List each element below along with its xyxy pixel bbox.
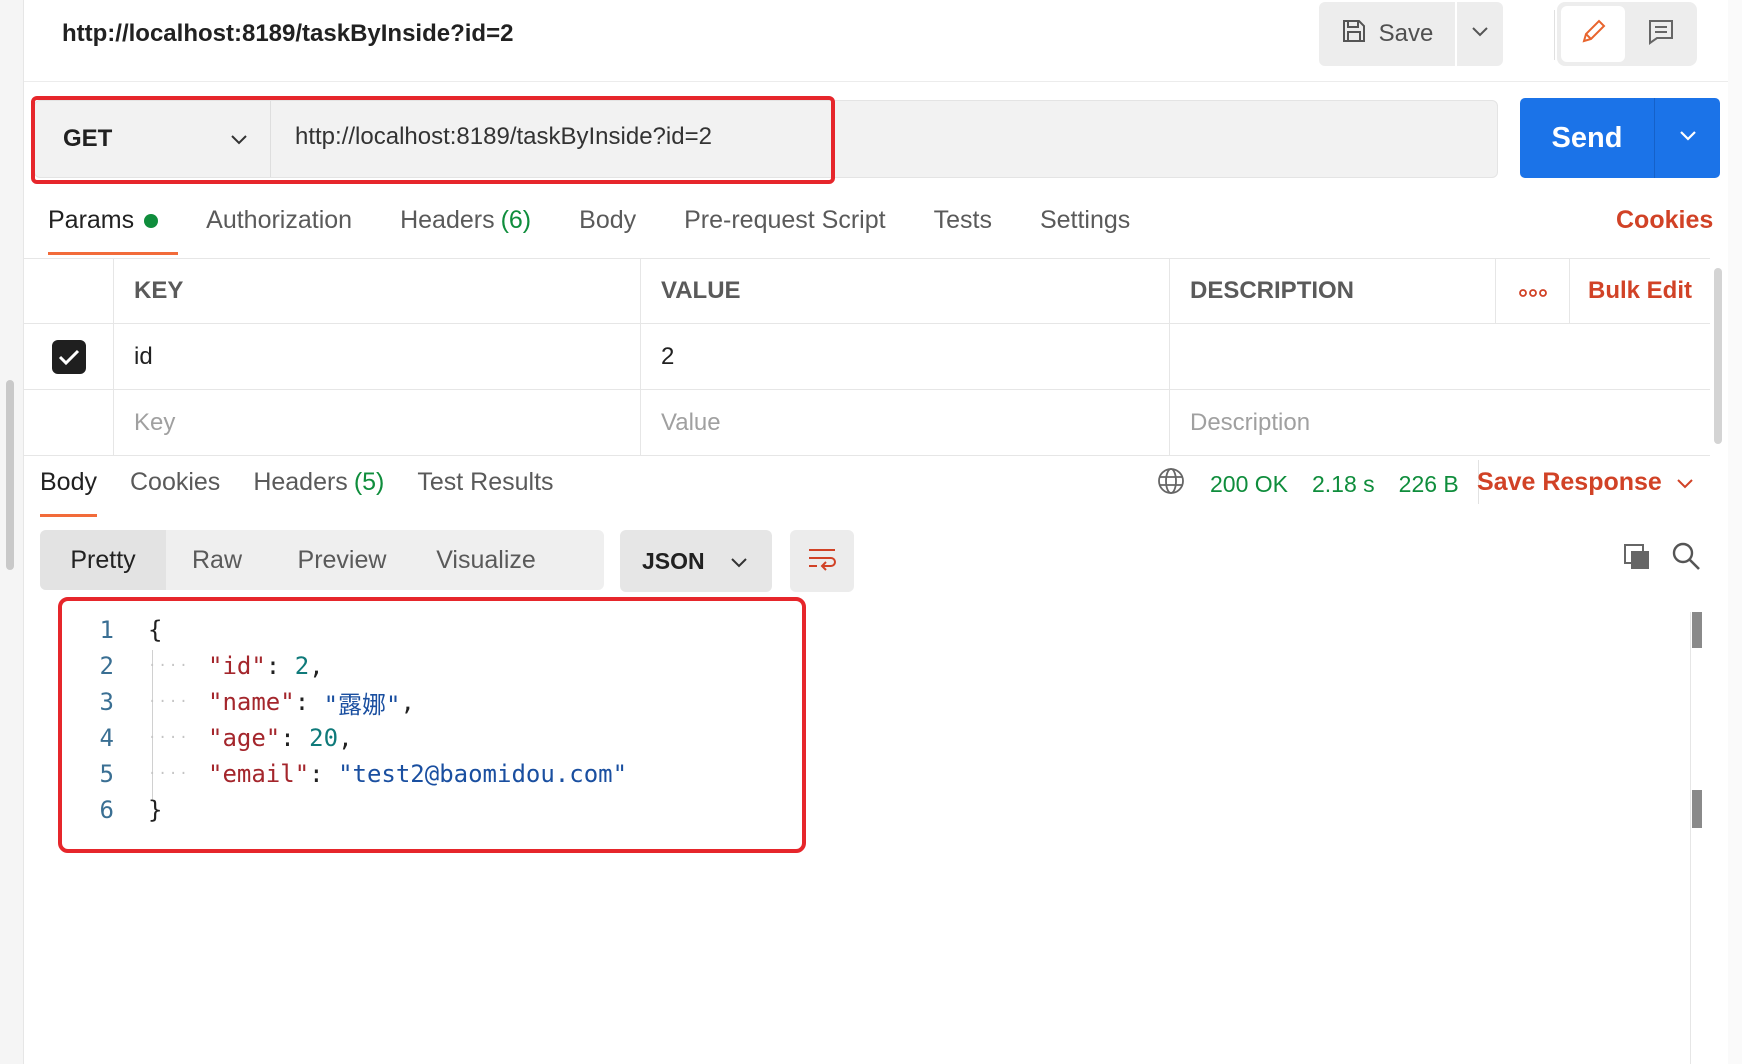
more-icon xyxy=(1518,277,1547,305)
save-icon xyxy=(1341,18,1367,51)
pencil-icon xyxy=(1578,17,1608,52)
annotation-highlight-response xyxy=(58,597,806,853)
tab-response-cookies[interactable]: Cookies xyxy=(130,468,220,497)
chevron-down-icon xyxy=(730,548,748,575)
more-options-button[interactable] xyxy=(1496,259,1570,323)
save-options-button[interactable] xyxy=(1457,2,1503,66)
response-tabs: Body Cookies Headers (5) Test Results xyxy=(40,468,587,517)
format-toggle: Pretty Raw Preview Visualize xyxy=(40,530,604,590)
headers-count: (6) xyxy=(500,206,532,234)
tab-response-body[interactable]: Body xyxy=(40,468,97,517)
tab-headers[interactable]: Headers (6) xyxy=(400,206,531,235)
search-icon[interactable] xyxy=(1670,540,1702,577)
cookies-link[interactable]: Cookies xyxy=(1616,206,1713,235)
param-key-cell[interactable]: id xyxy=(114,324,641,389)
params-table: KEY VALUE DESCRIPTION Bulk Edit id 2 Key… xyxy=(24,258,1710,456)
format-pretty[interactable]: Pretty xyxy=(40,530,166,590)
header-checkbox-cell xyxy=(24,259,114,323)
table-row: id 2 xyxy=(24,324,1710,390)
editor-scroll-track xyxy=(1690,612,1691,1064)
response-meta: 200 OK 2.18 s 226 B xyxy=(1156,466,1459,502)
new-description-input[interactable]: Description xyxy=(1170,390,1570,455)
language-label: JSON xyxy=(642,547,705,574)
param-description-cell[interactable] xyxy=(1170,324,1570,389)
save-button[interactable]: Save xyxy=(1319,2,1455,66)
tab-body[interactable]: Body xyxy=(579,206,636,235)
format-preview[interactable]: Preview xyxy=(268,530,416,590)
format-raw[interactable]: Raw xyxy=(166,530,268,590)
save-button-group: Save xyxy=(1319,2,1503,66)
chevron-down-icon xyxy=(1471,25,1489,43)
comments-button[interactable] xyxy=(1629,6,1693,62)
view-mode-toggle xyxy=(1557,2,1697,66)
copy-icon[interactable] xyxy=(1622,542,1652,577)
param-value-cell[interactable]: 2 xyxy=(641,324,1170,389)
params-scrollbar-thumb[interactable] xyxy=(1714,268,1722,444)
language-select[interactable]: JSON xyxy=(620,530,772,592)
column-header-value: VALUE xyxy=(641,259,1170,323)
bulk-edit-link[interactable]: Bulk Edit xyxy=(1588,277,1692,305)
edit-mode-button[interactable] xyxy=(1561,6,1625,62)
right-scroll-area xyxy=(1728,0,1742,1064)
table-row-new: Key Value Description xyxy=(24,390,1710,456)
row-checkbox[interactable] xyxy=(51,339,86,374)
tab-authorization[interactable]: Authorization xyxy=(206,206,352,235)
tab-response-headers[interactable]: Headers (5) xyxy=(253,468,384,497)
toolbar-divider xyxy=(1554,10,1555,60)
new-key-input[interactable]: Key xyxy=(114,390,641,455)
column-header-description: DESCRIPTION xyxy=(1170,259,1496,323)
row-checkbox-cell xyxy=(24,324,114,389)
annotation-highlight-url xyxy=(31,96,835,184)
chevron-down-icon xyxy=(1679,129,1697,147)
editor-scroll-marker[interactable] xyxy=(1692,790,1702,828)
send-options-button[interactable] xyxy=(1654,98,1720,178)
response-time[interactable]: 2.18 s xyxy=(1312,471,1375,498)
request-tabs: Params Authorization Headers (6) Body Pre… xyxy=(48,206,1178,255)
response-headers-count: (5) xyxy=(353,468,385,496)
response-size[interactable]: 226 B xyxy=(1399,471,1459,498)
bulk-edit-cell: Bulk Edit xyxy=(1570,259,1710,323)
new-value-input[interactable]: Value xyxy=(641,390,1170,455)
new-row-checkbox-cell xyxy=(24,390,114,455)
comment-icon xyxy=(1646,17,1676,52)
tab-tests[interactable]: Tests xyxy=(934,206,992,235)
tab-settings[interactable]: Settings xyxy=(1040,206,1130,235)
editor-scroll-marker[interactable] xyxy=(1692,612,1702,648)
send-button[interactable]: Send xyxy=(1520,98,1654,178)
globe-icon[interactable] xyxy=(1156,466,1186,502)
status-code[interactable]: 200 OK xyxy=(1210,471,1288,498)
tab-params[interactable]: Params xyxy=(48,206,179,255)
column-header-key: KEY xyxy=(114,259,641,323)
request-title-bar: http://localhost:8189/taskByInside?id=2 … xyxy=(24,0,1728,82)
tab-pre-request-script[interactable]: Pre-request Script xyxy=(684,206,885,235)
save-response-label: Save Response xyxy=(1477,468,1662,496)
save-response-button[interactable]: Save Response xyxy=(1477,468,1694,497)
wrap-lines-button[interactable] xyxy=(790,530,854,592)
left-scrollbar-thumb[interactable] xyxy=(6,380,14,570)
wrap-lines-icon xyxy=(806,545,838,578)
chevron-down-icon xyxy=(1676,468,1694,497)
send-button-group: Send xyxy=(1520,98,1720,178)
params-active-dot xyxy=(144,214,159,229)
params-header-row: KEY VALUE DESCRIPTION Bulk Edit xyxy=(24,258,1710,324)
tab-test-results[interactable]: Test Results xyxy=(417,468,553,497)
save-label: Save xyxy=(1378,20,1434,47)
request-name[interactable]: http://localhost:8189/taskByInside?id=2 xyxy=(62,20,513,48)
format-visualize[interactable]: Visualize xyxy=(416,530,556,590)
